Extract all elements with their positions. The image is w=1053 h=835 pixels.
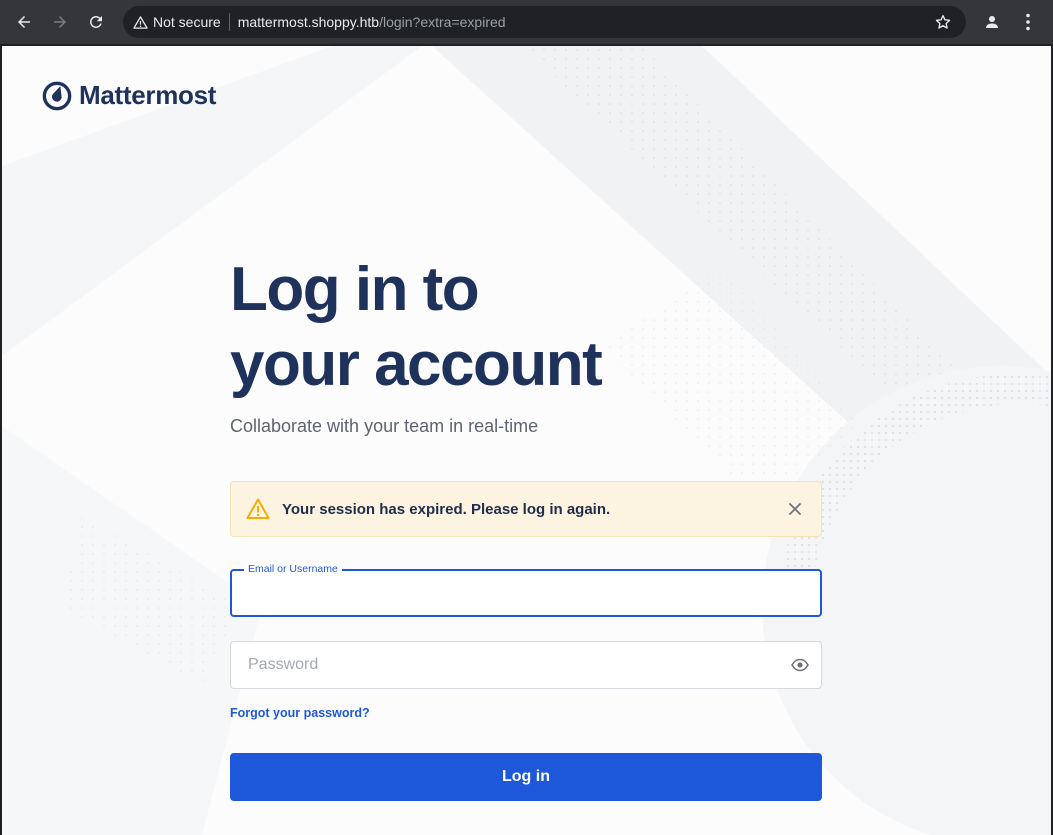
- forgot-password-link[interactable]: Forgot your password?: [230, 706, 370, 720]
- browser-menu-button[interactable]: [1016, 9, 1040, 35]
- alert-message: Your session has expired. Please log in …: [282, 500, 611, 518]
- email-input[interactable]: [248, 571, 768, 615]
- login-button[interactable]: Log in: [230, 753, 822, 801]
- page-viewport: Mattermost Log in to your account Collab…: [2, 46, 1051, 835]
- mattermost-logo-icon: [42, 81, 72, 111]
- site-info-chip[interactable]: Not secure: [133, 10, 221, 34]
- browser-toolbar: Not secure mattermost.shoppy.htb/login?e…: [0, 0, 1053, 44]
- background-decoration: [2, 46, 1051, 835]
- password-field: [230, 641, 822, 689]
- session-expired-alert: Your session has expired. Please log in …: [230, 481, 822, 537]
- person-icon: [986, 16, 998, 28]
- title-line-1: Log in to: [230, 255, 480, 324]
- reload-button[interactable]: [80, 6, 112, 38]
- arrow-left-icon: [18, 16, 30, 28]
- close-icon: [789, 503, 801, 515]
- brand-logo: Mattermost: [42, 80, 216, 111]
- forward-button[interactable]: [44, 6, 76, 38]
- bookmark-button[interactable]: [932, 11, 954, 33]
- arrow-right-icon: [54, 16, 66, 28]
- password-input[interactable]: [248, 642, 768, 688]
- page-subtitle: Collaborate with your team in real-time: [230, 416, 539, 436]
- star-icon: [935, 14, 951, 29]
- warning-triangle-icon: [133, 15, 148, 29]
- show-password-button[interactable]: [791, 657, 809, 673]
- page-title: Log in to your account: [230, 252, 790, 402]
- warning-icon: [246, 497, 270, 521]
- reload-icon: [89, 15, 102, 28]
- email-field: Email or Username: [230, 563, 822, 617]
- address-bar[interactable]: Not secure mattermost.shoppy.htb/login?e…: [123, 6, 966, 38]
- url-path: /login?extra=expired: [379, 14, 506, 30]
- eye-icon: [791, 658, 809, 672]
- url-host: mattermost.shoppy.htb: [237, 14, 380, 30]
- omnibox-divider: [228, 13, 230, 31]
- title-line-2: your account: [230, 330, 603, 399]
- brand-name: Mattermost: [79, 80, 217, 110]
- security-label: Not secure: [153, 14, 221, 30]
- back-button[interactable]: [8, 6, 40, 38]
- more-vertical-icon: [1026, 13, 1030, 31]
- alert-close-button[interactable]: [785, 499, 805, 519]
- profile-button[interactable]: [979, 9, 1005, 35]
